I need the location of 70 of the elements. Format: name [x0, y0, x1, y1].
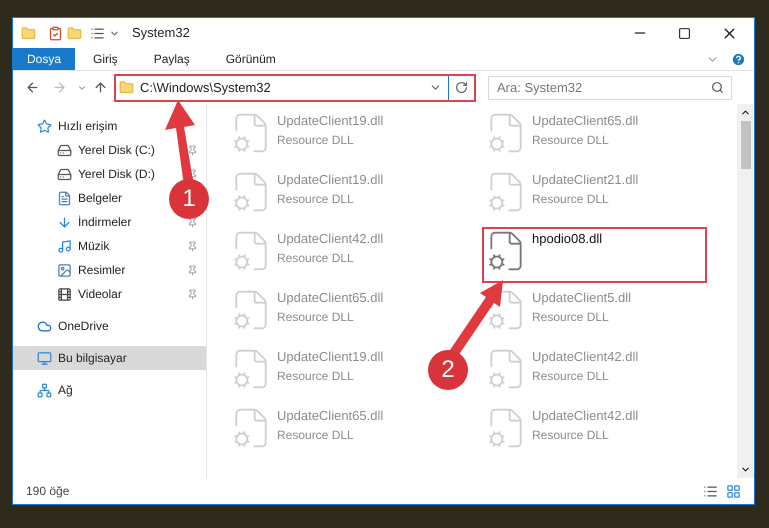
- pin-icon: [187, 264, 198, 276]
- file-name: UpdateClient21.dll: [532, 171, 638, 189]
- sidebar-item[interactable]: OneDrive: [13, 314, 117, 338]
- file-name: UpdateClient19.dll: [277, 348, 384, 366]
- folder-icon: [119, 80, 134, 95]
- document-icon: [57, 190, 72, 206]
- download-icon: [57, 214, 72, 230]
- file-name: UpdateClient42.dll: [532, 348, 638, 366]
- drive-icon: [57, 166, 72, 182]
- up-icon[interactable]: [93, 80, 108, 95]
- picture-icon: [57, 262, 72, 278]
- drive-icon: [57, 142, 72, 158]
- sidebar-item[interactable]: Videolar: [13, 282, 206, 306]
- file-name: UpdateClient5.dll: [532, 289, 632, 307]
- sidebar-item[interactable]: Hızlı erişim: [13, 114, 126, 138]
- refresh-icon[interactable]: [455, 81, 468, 94]
- large-icons-view-icon[interactable]: [726, 484, 741, 498]
- search-field[interactable]: Ara: System32: [488, 76, 732, 100]
- star-icon: [37, 118, 52, 134]
- sidebar-item[interactable]: Müzik: [13, 234, 206, 258]
- file-type: Resource DLL: [532, 426, 610, 444]
- file-name: UpdateClient19.dll: [277, 112, 384, 130]
- file-name: UpdateClient42.dll: [277, 230, 384, 248]
- address-path: C:\Windows\System32: [140, 78, 272, 97]
- file-name: UpdateClient65.dll: [277, 289, 384, 307]
- film-icon: [57, 286, 72, 302]
- properties-icon[interactable]: [48, 26, 63, 40]
- file-type: Resource DLL: [532, 368, 610, 384]
- file-name: UpdateClient65.dll: [532, 112, 638, 130]
- file-type: Resource DLL: [532, 308, 610, 326]
- file-type: Resource DLL: [277, 250, 355, 266]
- monitor-icon: [37, 350, 52, 366]
- file-name: UpdateClient42.dll: [532, 407, 638, 425]
- list-icon[interactable]: [90, 26, 105, 40]
- file-name: hpodio08.dll: [532, 230, 602, 248]
- pin-icon: [187, 288, 198, 300]
- address-bar[interactable]: C:\Windows\System32: [114, 74, 476, 102]
- scrollbar[interactable]: [737, 104, 754, 478]
- details-view-icon[interactable]: [703, 484, 718, 498]
- file-name: UpdateClient19.dll: [277, 171, 384, 189]
- search-icon: [711, 80, 724, 94]
- pin-icon: [187, 144, 198, 156]
- file-type: Resource DLL: [277, 368, 355, 384]
- sidebar-item[interactable]: Yerel Disk (C:): [13, 138, 206, 162]
- help-icon[interactable]: [731, 52, 746, 66]
- file-type: Resource DLL: [277, 132, 355, 148]
- back-icon[interactable]: [25, 80, 40, 95]
- sidebar-item[interactable]: Resimler: [13, 258, 206, 282]
- file-type: Resource DLL: [532, 190, 610, 208]
- file-type: Resource DLL: [277, 190, 355, 208]
- pin-icon: [187, 240, 198, 252]
- music-note-icon: [57, 238, 72, 254]
- item-count: 190 öğe: [26, 483, 70, 500]
- file-item[interactable]: hpodio08.dll: [482, 227, 707, 283]
- file-type: Resource DLL: [532, 132, 610, 148]
- network-icon: [37, 382, 52, 398]
- ribbon-tab[interactable]: Görünüm: [208, 48, 294, 70]
- ribbon-tab[interactable]: Paylaş: [136, 48, 208, 70]
- ribbon-tab[interactable]: Dosya: [13, 48, 76, 70]
- file-name: UpdateClient65.dll: [277, 407, 384, 425]
- sidebar-item[interactable]: Ağ: [13, 378, 81, 402]
- file-type: Resource DLL: [277, 308, 355, 326]
- cloud-icon: [37, 318, 52, 334]
- scroll-thumb[interactable]: [740, 121, 750, 169]
- maximize-icon[interactable]: [678, 26, 691, 40]
- ribbon-tab[interactable]: Giriş: [75, 48, 136, 70]
- sidebar-item[interactable]: Belgeler: [13, 186, 130, 210]
- sidebar-item[interactable]: Bu bilgisayar: [13, 346, 206, 370]
- file-type: Resource DLL: [277, 426, 355, 444]
- window-title: System32: [132, 24, 190, 42]
